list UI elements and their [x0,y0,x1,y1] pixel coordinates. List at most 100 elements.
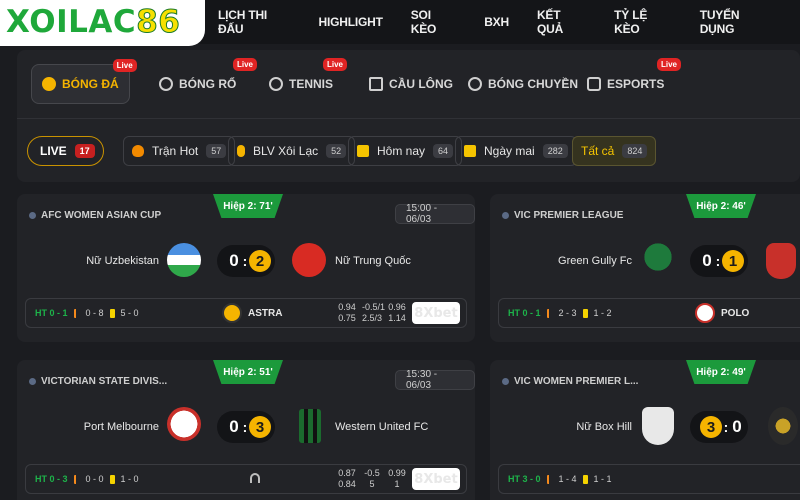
tab-label: ESPORTS [607,77,665,91]
tab-bong-chuyen[interactable]: BÓNG CHUYỀN [468,64,578,104]
filter-ngay-mai[interactable]: Ngày mai 282 [455,136,577,166]
filter-count: 824 [622,144,648,158]
match-stats: HT 3 - 0 1 - 4 1 - 1 [508,465,612,493]
live-badge: Live [112,59,137,72]
corner-flag-icon [73,474,80,484]
tab-tennis[interactable]: TENNIS Live [269,58,348,104]
odds-value: 1.14 [388,313,406,323]
match-card[interactable]: VIC WOMEN PREMIER L... Hiệp 2: 49' Nữ Bo… [490,360,800,500]
main-menu: LỊCH THI ĐẤU HIGHLIGHT SOI KÈO BXH KẾT Q… [218,0,800,44]
bookmaker-logo[interactable]: 8Xbet [412,468,460,490]
yellow-card-count: 1 - 2 [593,308,612,318]
odds-value: 2.5/3 [362,313,383,323]
commentator-sponsor[interactable]: POLO [695,301,749,325]
half-time-score: HT 3 - 0 [508,474,541,484]
yellow-card-icon [109,474,115,484]
home-team-name: Green Gully Fc [558,255,632,267]
odds-value: -0.5 [364,468,380,478]
home-team-flag [167,243,201,277]
tab-bong-da[interactable]: BÓNG ĐÁ Live [31,59,137,104]
odds-table[interactable]: 0.94 -0.5/1 0.96 0.75 2.5/3 1.14 [338,302,406,323]
odds-value: 0.99 [388,468,406,478]
filter-label: Trận Hot [152,144,199,158]
tab-label: BÓNG CHUYỀN [488,77,579,91]
away-score: 3 [248,416,271,438]
tab-cau-long[interactable]: CẦU LÔNG [369,64,453,104]
tab-bong-ro[interactable]: BÓNG RỔ Live [159,58,258,104]
tab-label: BÓNG ĐÁ [62,77,119,91]
logo-number: 86 [136,4,181,41]
away-team-crest [766,243,796,279]
nav-ty-le-keo[interactable]: TỶ LỆ KÈO [614,8,672,36]
home-team-crest [640,241,676,281]
away-team-crest [299,409,321,443]
away-team-crest [768,407,798,445]
league-name: AFC WOMEN ASIAN CUP [29,210,161,221]
match-time: 15:00 - 06/03 [395,203,475,225]
league-name: VICTORIAN STATE DIVIS... [29,376,167,387]
half-time-score: HT 0 - 3 [35,474,68,484]
esports-icon [587,77,601,91]
odds-value: 1 [394,479,400,489]
home-score: 0 [229,251,239,270]
shuttlecock-icon [369,77,383,91]
match-card[interactable]: AFC WOMEN ASIAN CUP Hiệp 2: 71' 15:00 - … [17,194,475,342]
match-filters: LIVE 17 Trận Hot 57 BLV Xôi Lạc 52 Hôm n… [27,136,787,166]
yellow-card-count: 1 - 1 [593,474,612,484]
match-footer: HT 3 - 0 1 - 4 1 - 1 [498,464,800,494]
odds-value: 0.87 [338,468,356,478]
away-score: 2 [248,250,271,272]
league-icon [502,378,509,385]
away-score: 1 [721,250,744,272]
yellow-card-icon [582,474,588,484]
home-score: 0 [229,417,239,436]
headphones-icon[interactable] [250,473,260,483]
nav-ket-qua[interactable]: KẾT QUẢ [537,8,586,36]
nav-highlight[interactable]: HIGHLIGHT [319,15,383,29]
logo-text: XOILAC [6,4,137,40]
bookmaker-logo[interactable]: 8Xbet [412,302,460,324]
nav-lich-thi-dau[interactable]: LỊCH THI ĐẤU [218,8,291,36]
filter-count: 52 [326,144,347,158]
scoreboard: 0 : 2 [217,245,275,277]
filter-tat-ca[interactable]: Tất cả 824 [572,136,657,166]
live-label: LIVE [40,144,67,158]
odds-table[interactable]: 0.87 -0.5 0.99 0.84 5 1 [338,468,406,489]
home-team-name: Port Melbourne [83,421,159,433]
nav-bxh[interactable]: BXH [484,15,509,29]
sponsor-name: ASTRA [248,307,283,319]
home-team-name: Nữ Box Hill [576,421,632,433]
match-card[interactable]: VICTORIAN STATE DIVIS... Hiệp 2: 51' 15:… [17,360,475,500]
match-stats: HT 0 - 3 0 - 0 1 - 0 [35,465,139,493]
corner-count: 0 - 8 [85,308,104,318]
match-time: 15:30 - 06/03 [395,369,475,391]
filter-live[interactable]: LIVE 17 [27,136,104,166]
league-name: VIC PREMIER LEAGUE [502,210,623,221]
divider [17,118,800,119]
home-team-crest [642,407,674,445]
filter-blv-xoi-lac[interactable]: BLV Xôi Lạc 52 [228,136,356,166]
fire-icon [132,145,144,157]
microphone-icon [237,145,245,157]
nav-soi-keo[interactable]: SOI KÈO [411,8,456,36]
match-card[interactable]: VIC PREMIER LEAGUE Hiệp 2: 46' Green Gul… [490,194,800,342]
top-navigation: XOILAC86 LỊCH THI ĐẤU HIGHLIGHT SOI KÈO … [0,0,800,46]
match-footer: HT 0 - 1 2 - 3 1 - 2 POLO [498,298,800,328]
odds-value: 0.84 [338,479,356,489]
live-badge: Live [657,58,682,71]
tab-esports[interactable]: ESPORTS Live [587,58,682,104]
match-stats: HT 0 - 1 0 - 8 5 - 0 [35,299,139,327]
filter-tran-hot[interactable]: Trận Hot 57 [123,136,236,166]
away-team-name: Western United FC [335,421,429,433]
corner-flag-icon [546,474,553,484]
filter-hom-nay[interactable]: Hôm nay 64 [348,136,463,166]
calendar-icon [357,145,369,157]
nav-tuyen-dung[interactable]: TUYỂN DỤNG [700,8,772,36]
filter-label: BLV Xôi Lạc [253,144,319,158]
corner-flag-icon [73,308,80,318]
commentator-sponsor[interactable]: ASTRA [222,301,282,325]
corner-flag-icon [546,308,553,318]
league-name: VIC WOMEN PREMIER L... [502,376,638,387]
filter-count: 57 [206,144,227,158]
site-logo[interactable]: XOILAC86 [0,0,205,46]
